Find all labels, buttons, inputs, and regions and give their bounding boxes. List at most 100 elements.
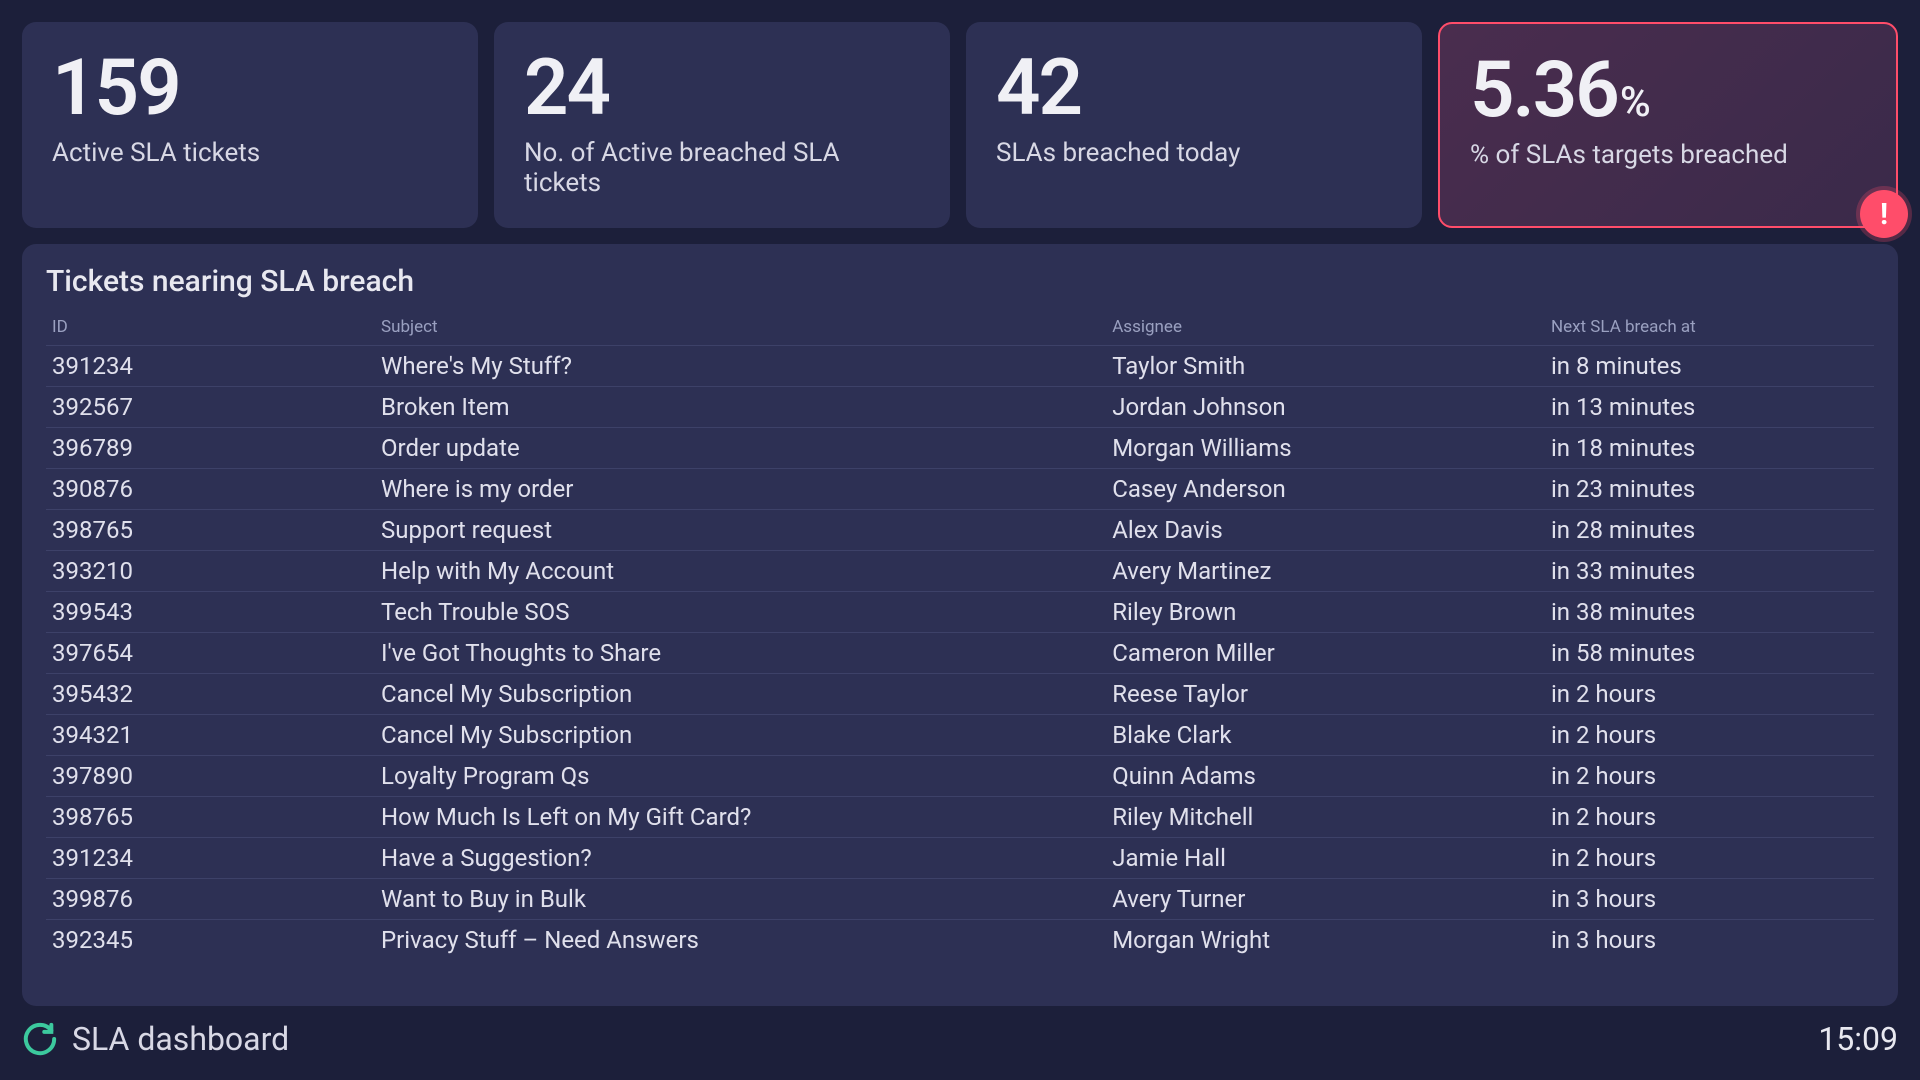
footer-left: SLA dashboard: [22, 1020, 289, 1058]
card-breached-active-label: No. of Active breached SLA tickets: [524, 138, 920, 198]
alert-icon: !: [1860, 190, 1908, 238]
cell-subject: Loyalty Program Qs: [375, 756, 1106, 797]
cell-assignee: Jamie Hall: [1106, 838, 1545, 879]
cell-subject: Have a Suggestion?: [375, 838, 1106, 879]
card-active-sla-value: 159: [52, 50, 448, 128]
table-row[interactable]: 395432Cancel My SubscriptionReese Taylor…: [46, 674, 1874, 715]
cell-assignee: Avery Turner: [1106, 879, 1545, 920]
cell-subject: How Much Is Left on My Gift Card?: [375, 797, 1106, 838]
cell-id: 399876: [46, 879, 375, 920]
cell-assignee: Quinn Adams: [1106, 756, 1545, 797]
table-title: Tickets nearing SLA breach: [46, 264, 1874, 299]
cell-subject: Tech Trouble SOS: [375, 592, 1106, 633]
cell-breach: in 38 minutes: [1545, 592, 1874, 633]
table-row[interactable]: 394321Cancel My SubscriptionBlake Clarki…: [46, 715, 1874, 756]
card-pct-breached-label: % of SLAs targets breached: [1470, 140, 1866, 170]
cell-breach: in 2 hours: [1545, 838, 1874, 879]
card-active-sla-label: Active SLA tickets: [52, 138, 448, 168]
card-pct-breached: 5.36% % of SLAs targets breached !: [1438, 22, 1898, 228]
cell-subject: Help with My Account: [375, 551, 1106, 592]
cell-subject: Cancel My Subscription: [375, 674, 1106, 715]
cell-breach: in 18 minutes: [1545, 428, 1874, 469]
table-row[interactable]: 398765Support requestAlex Davisin 28 min…: [46, 510, 1874, 551]
table-row[interactable]: 397654I've Got Thoughts to ShareCameron …: [46, 633, 1874, 674]
clock: 15:09: [1818, 1020, 1898, 1058]
cell-id: 397654: [46, 633, 375, 674]
cell-assignee: Cameron Miller: [1106, 633, 1545, 674]
col-breach[interactable]: Next SLA breach at: [1545, 309, 1874, 346]
cell-breach: in 13 minutes: [1545, 387, 1874, 428]
cell-subject: Order update: [375, 428, 1106, 469]
table-row[interactable]: 399543Tech Trouble SOSRiley Brownin 38 m…: [46, 592, 1874, 633]
cell-id: 399543: [46, 592, 375, 633]
cell-assignee: Riley Brown: [1106, 592, 1545, 633]
cell-id: 392567: [46, 387, 375, 428]
cell-breach: in 2 hours: [1545, 756, 1874, 797]
col-id[interactable]: ID: [46, 309, 375, 346]
cell-assignee: Taylor Smith: [1106, 346, 1545, 387]
page-title: SLA dashboard: [72, 1020, 289, 1058]
metric-cards-row: 159 Active SLA tickets 24 No. of Active …: [22, 22, 1898, 228]
cell-breach: in 58 minutes: [1545, 633, 1874, 674]
cell-subject: I've Got Thoughts to Share: [375, 633, 1106, 674]
cell-id: 391234: [46, 838, 375, 879]
card-active-sla: 159 Active SLA tickets: [22, 22, 478, 228]
card-pct-breached-value: 5.36%: [1470, 52, 1866, 130]
table-header-row: ID Subject Assignee Next SLA breach at: [46, 309, 1874, 346]
cell-subject: Want to Buy in Bulk: [375, 879, 1106, 920]
tickets-table: ID Subject Assignee Next SLA breach at 3…: [46, 309, 1874, 960]
cell-assignee: Avery Martinez: [1106, 551, 1545, 592]
cell-id: 392345: [46, 920, 375, 961]
card-breached-active: 24 No. of Active breached SLA tickets: [494, 22, 950, 228]
cell-breach: in 2 hours: [1545, 715, 1874, 756]
cell-subject: Broken Item: [375, 387, 1106, 428]
cell-breach: in 3 hours: [1545, 879, 1874, 920]
table-row[interactable]: 392567Broken ItemJordan Johnsonin 13 min…: [46, 387, 1874, 428]
cell-breach: in 23 minutes: [1545, 469, 1874, 510]
cell-breach: in 33 minutes: [1545, 551, 1874, 592]
table-row[interactable]: 391234Have a Suggestion?Jamie Hallin 2 h…: [46, 838, 1874, 879]
card-pct-breached-number: 5.36: [1470, 45, 1618, 136]
cell-id: 393210: [46, 551, 375, 592]
cell-breach: in 2 hours: [1545, 797, 1874, 838]
table-row[interactable]: 392345Privacy Stuff – Need AnswersMorgan…: [46, 920, 1874, 961]
cell-assignee: Alex Davis: [1106, 510, 1545, 551]
footer: SLA dashboard 15:09: [22, 1006, 1898, 1058]
card-breached-today-label: SLAs breached today: [996, 138, 1392, 168]
cell-id: 394321: [46, 715, 375, 756]
cell-assignee: Morgan Williams: [1106, 428, 1545, 469]
cell-subject: Where is my order: [375, 469, 1106, 510]
cell-id: 398765: [46, 797, 375, 838]
table-row[interactable]: 393210Help with My AccountAvery Martinez…: [46, 551, 1874, 592]
card-breached-active-value: 24: [524, 50, 920, 128]
cell-id: 390876: [46, 469, 375, 510]
cell-id: 391234: [46, 346, 375, 387]
card-pct-breached-unit: %: [1620, 78, 1649, 127]
col-assignee[interactable]: Assignee: [1106, 309, 1545, 346]
cell-assignee: Riley Mitchell: [1106, 797, 1545, 838]
card-breached-today: 42 SLAs breached today: [966, 22, 1422, 228]
table-row[interactable]: 398765How Much Is Left on My Gift Card?R…: [46, 797, 1874, 838]
card-breached-today-value: 42: [996, 50, 1392, 128]
cell-breach: in 28 minutes: [1545, 510, 1874, 551]
table-row[interactable]: 399876Want to Buy in BulkAvery Turnerin …: [46, 879, 1874, 920]
col-subject[interactable]: Subject: [375, 309, 1106, 346]
cell-breach: in 3 hours: [1545, 920, 1874, 961]
cell-assignee: Casey Anderson: [1106, 469, 1545, 510]
cell-assignee: Blake Clark: [1106, 715, 1545, 756]
cell-breach: in 2 hours: [1545, 674, 1874, 715]
cell-id: 397890: [46, 756, 375, 797]
logo-icon: [22, 1021, 58, 1057]
table-row[interactable]: 397890Loyalty Program QsQuinn Adamsin 2 …: [46, 756, 1874, 797]
table-row[interactable]: 390876Where is my orderCasey Andersonin …: [46, 469, 1874, 510]
cell-subject: Support request: [375, 510, 1106, 551]
cell-id: 398765: [46, 510, 375, 551]
table-row[interactable]: 391234Where's My Stuff?Taylor Smithin 8 …: [46, 346, 1874, 387]
cell-assignee: Morgan Wright: [1106, 920, 1545, 961]
table-row[interactable]: 396789Order updateMorgan Williamsin 18 m…: [46, 428, 1874, 469]
cell-subject: Where's My Stuff?: [375, 346, 1106, 387]
cell-assignee: Reese Taylor: [1106, 674, 1545, 715]
cell-subject: Privacy Stuff – Need Answers: [375, 920, 1106, 961]
cell-id: 395432: [46, 674, 375, 715]
cell-subject: Cancel My Subscription: [375, 715, 1106, 756]
